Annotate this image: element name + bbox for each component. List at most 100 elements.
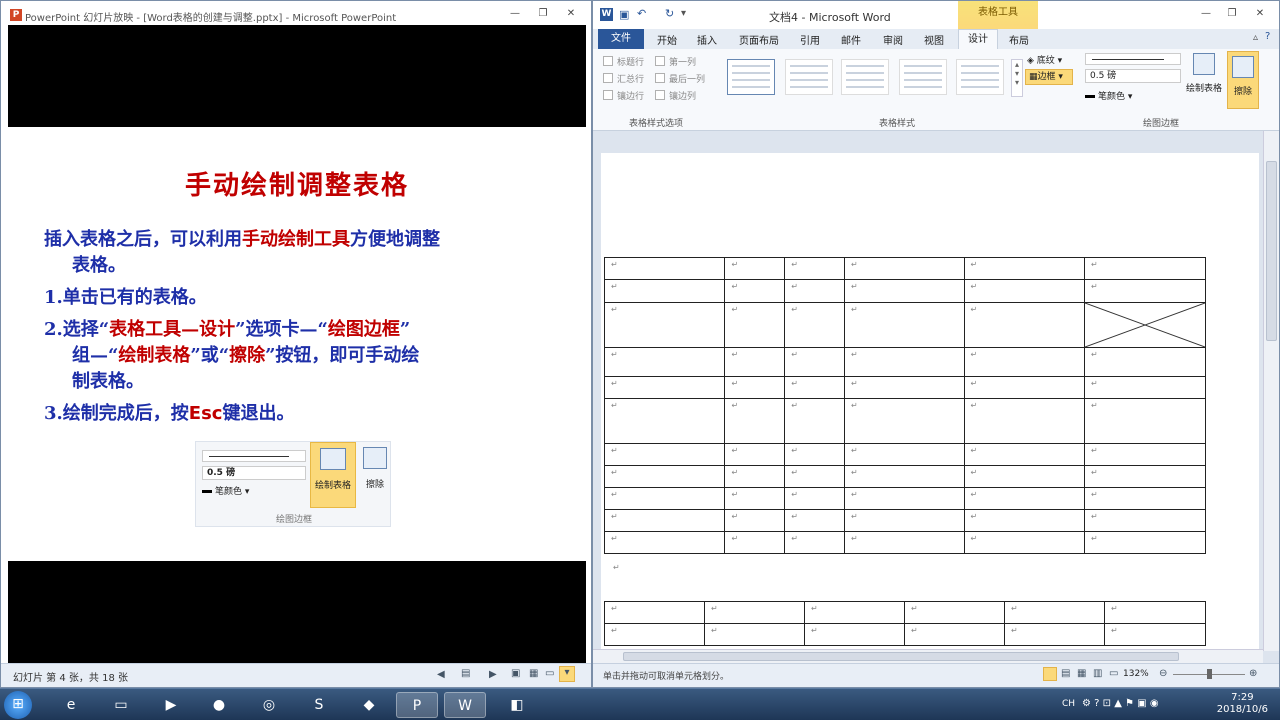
tab-page-layout[interactable]: 页面布局: [739, 32, 779, 47]
chrome-icon[interactable]: ◎: [248, 692, 290, 718]
table-cell[interactable]: ↵: [963, 465, 1085, 488]
table-cell[interactable]: ↵: [844, 376, 965, 399]
table-cell[interactable]: ↵: [603, 398, 726, 444]
option-first-column[interactable]: 第一列: [655, 55, 696, 68]
line-weight-dropdown[interactable]: 0.5 磅: [1085, 69, 1181, 83]
table-cell[interactable]: ↵: [844, 279, 965, 303]
table-cell[interactable]: ↵: [724, 465, 786, 488]
table-cell[interactable]: ↵: [1104, 623, 1206, 646]
table-cell[interactable]: ↵: [603, 443, 726, 466]
document-page[interactable]: ↵ ↵ ↵ ↵ ↵ ↵ ↵ ↵ ↵ ↵ ↵ ↵ ↵ ↵ ↵ ↵ ↵ ↵ ↵ ↵ ↵ ↵ ↵ ↵ ↵ ↵ ↵ ↵ ↵ ↵ ↵ ↵ ↵ ↵ ↵…: [601, 153, 1259, 653]
customize-qat-icon[interactable]: ▾: [681, 8, 686, 19]
ie-icon[interactable]: e: [50, 692, 92, 718]
folder-icon[interactable]: ▭: [100, 692, 142, 718]
table-cell[interactable]: ↵: [963, 257, 1085, 280]
document-area[interactable]: ↵ ↵ ↵ ↵ ↵ ↵ ↵ ↵ ↵ ↵ ↵ ↵ ↵ ↵ ↵ ↵ ↵ ↵ ↵ ↵ ↵ ↵ ↵ ↵ ↵ ↵ ↵ ↵ ↵ ↵ ↵ ↵ ↵ ↵ ↵…: [593, 131, 1263, 653]
powerpoint-task-icon[interactable]: P: [396, 692, 438, 718]
table-cell[interactable]: ↵: [724, 443, 786, 466]
eraser-button[interactable]: 擦除: [1227, 51, 1259, 109]
vertical-scrollbar[interactable]: [1263, 131, 1279, 651]
zoom-level[interactable]: 132%: [1123, 669, 1149, 679]
table-cell[interactable]: ↵: [963, 279, 1085, 303]
tab-design[interactable]: 设计: [958, 29, 998, 50]
minimize-icon[interactable]: —: [1197, 7, 1215, 21]
print-layout-icon[interactable]: [1043, 667, 1057, 681]
table-cell[interactable]: ↵: [963, 531, 1085, 554]
table-style-list[interactable]: [956, 59, 1004, 95]
table-cell[interactable]: ↵: [904, 601, 1005, 624]
table-cell[interactable]: ↵: [844, 347, 965, 377]
zoom-in-icon[interactable]: ⊕: [1249, 668, 1257, 679]
table-cell[interactable]: ↵: [704, 601, 805, 624]
table-cell[interactable]: ↵: [844, 443, 965, 466]
tab-view[interactable]: 视图: [924, 32, 944, 47]
draft-icon[interactable]: ▭: [1109, 668, 1118, 679]
table-cell[interactable]: ↵: [1104, 601, 1206, 624]
tab-references[interactable]: 引用: [800, 32, 820, 47]
table-cell[interactable]: ↵: [1004, 601, 1105, 624]
table-cell[interactable]: ↵: [724, 347, 786, 377]
table-cell[interactable]: ↵: [784, 487, 846, 510]
table-cell[interactable]: ↵: [724, 279, 786, 303]
outline-icon[interactable]: ▥: [1093, 668, 1102, 679]
close-icon[interactable]: ✕: [1251, 7, 1269, 21]
table-cell[interactable]: ↵: [724, 487, 786, 510]
table-cell[interactable]: ↵: [784, 398, 846, 444]
prev-slide-icon[interactable]: ◀: [437, 669, 445, 680]
table-style-shaded[interactable]: [899, 59, 947, 95]
table-cell[interactable]: ↵: [784, 376, 846, 399]
erased-cell[interactable]: [1084, 302, 1206, 348]
table-cell[interactable]: ↵: [963, 398, 1085, 444]
table-cell[interactable]: ↵: [604, 623, 705, 646]
menu-icon[interactable]: ▤: [461, 668, 470, 679]
firefox-icon[interactable]: ●: [198, 692, 240, 718]
tab-file[interactable]: 文件: [598, 29, 644, 49]
table-cell[interactable]: ↵: [844, 465, 965, 488]
table-cell[interactable]: ↵: [1004, 623, 1105, 646]
sorter-view-icon[interactable]: ▦: [529, 668, 538, 679]
table-cell[interactable]: ↵: [844, 531, 965, 554]
table-cell[interactable]: ↵: [1084, 347, 1206, 377]
help-icon[interactable]: ?: [1265, 31, 1270, 42]
table-cell[interactable]: ↵: [724, 376, 786, 399]
tab-mailings[interactable]: 邮件: [841, 32, 861, 47]
close-icon[interactable]: ✕: [562, 7, 580, 21]
zoom-out-icon[interactable]: ⊖: [1159, 668, 1167, 679]
table-cell[interactable]: ↵: [1084, 509, 1206, 532]
slide-canvas[interactable]: 手动绘制调整表格 插入表格之后，可以利用手动绘制工具方便地调整 表格。 1.单击…: [8, 127, 586, 561]
shading-button[interactable]: ◈ 底纹 ▾: [1027, 53, 1062, 66]
option-banded-rows[interactable]: 镶边行: [603, 89, 644, 102]
reading-layout-icon[interactable]: ▤: [1061, 668, 1070, 679]
tab-insert[interactable]: 插入: [697, 32, 717, 47]
table-cell[interactable]: ↵: [784, 257, 846, 280]
table-cell[interactable]: ↵: [963, 347, 1085, 377]
table-cell[interactable]: ↵: [784, 443, 846, 466]
table-cell[interactable]: ↵: [604, 601, 705, 624]
input-language[interactable]: CH: [1062, 699, 1075, 709]
hscroll-thumb[interactable]: [623, 652, 1179, 661]
table-cell[interactable]: ↵: [724, 509, 786, 532]
table-cell[interactable]: ↵: [603, 487, 726, 510]
table-cell[interactable]: ↵: [784, 531, 846, 554]
table-cell[interactable]: ↵: [704, 623, 805, 646]
option-total-row[interactable]: 汇总行: [603, 72, 644, 85]
line-style-dropdown[interactable]: [1085, 53, 1181, 65]
table-cell[interactable]: ↵: [1084, 443, 1206, 466]
pen-color-button[interactable]: 笔颜色 ▾: [1085, 89, 1132, 102]
table-cell[interactable]: ↵: [1084, 376, 1206, 399]
table-cell[interactable]: ↵: [844, 398, 965, 444]
style-gallery-scroll[interactable]: ▴ ▾ ▾: [1011, 59, 1023, 97]
table-cell[interactable]: ↵: [844, 509, 965, 532]
table-cell[interactable]: ↵: [1084, 398, 1206, 444]
clock[interactable]: 7:29 2018/10/6: [1217, 692, 1268, 716]
table-cell[interactable]: ↵: [963, 487, 1085, 510]
start-button[interactable]: ⊞: [4, 691, 32, 719]
table-cell[interactable]: ↵: [724, 398, 786, 444]
restore-icon[interactable]: ❐: [534, 7, 552, 21]
collapse-ribbon-icon[interactable]: ▵: [1253, 32, 1258, 43]
tab-layout[interactable]: 布局: [1009, 32, 1029, 47]
table-cell[interactable]: ↵: [603, 302, 726, 348]
media-player-icon[interactable]: ▶: [150, 692, 192, 718]
table-cell[interactable]: ↵: [603, 509, 726, 532]
table-cell[interactable]: ↵: [963, 302, 1085, 348]
